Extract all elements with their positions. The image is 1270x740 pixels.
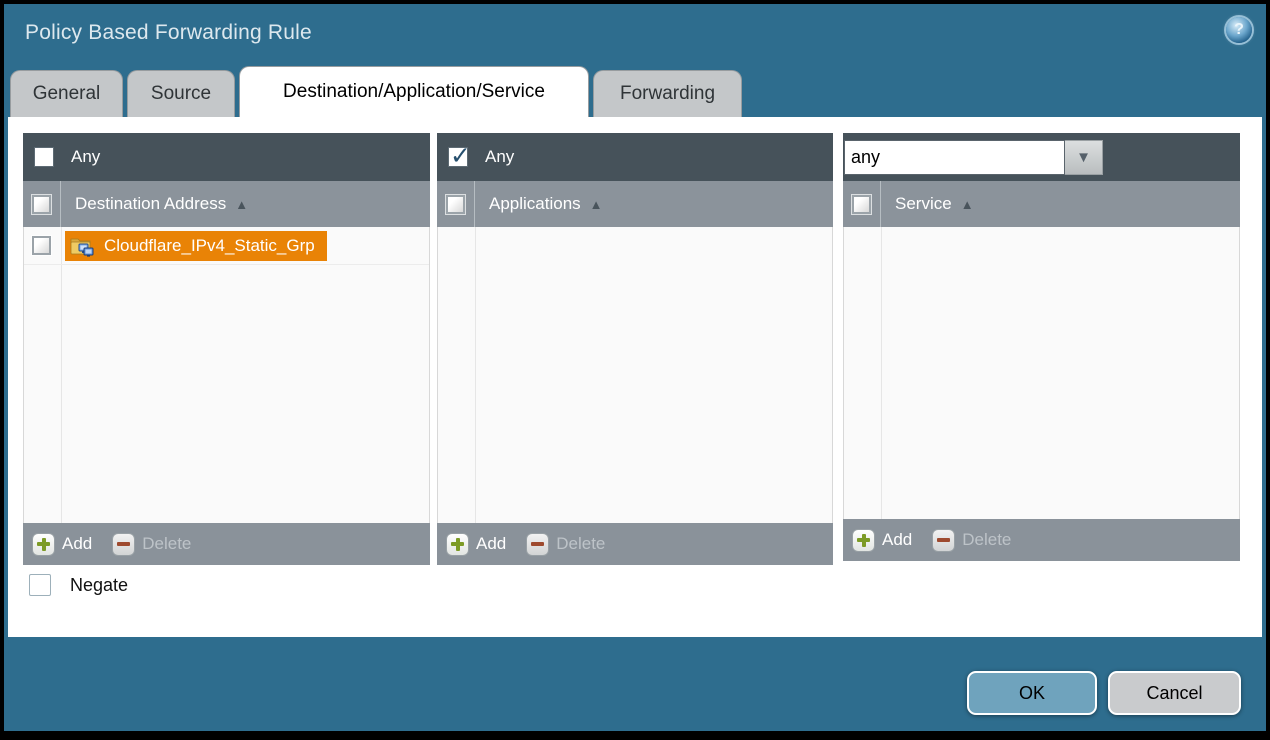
help-icon[interactable]: ? <box>1226 17 1252 43</box>
delete-minus-icon <box>932 529 955 552</box>
service-column: ▼ Service ▲ Add Delete <box>843 133 1240 561</box>
applications-list <box>437 227 833 523</box>
applications-toolbar: Add Delete <box>437 523 833 565</box>
policy-based-forwarding-dialog: { "window": { "title": "Policy Based For… <box>0 0 1270 740</box>
sort-ascending-icon: ▲ <box>590 197 603 212</box>
destination-address-value: Cloudflare_IPv4_Static_Grp <box>104 236 315 256</box>
tab-general[interactable]: General <box>10 70 123 117</box>
destination-address-item[interactable]: Cloudflare_IPv4_Static_Grp <box>65 231 327 261</box>
destination-list: Cloudflare_IPv4_Static_Grp <box>23 227 430 523</box>
destination-add-button[interactable]: Add <box>32 533 92 556</box>
dialog-window: Policy Based Forwarding Rule ? General S… <box>4 4 1266 731</box>
sort-ascending-icon: ▲ <box>235 197 248 212</box>
service-mode-dropdown: ▼ <box>844 140 1103 175</box>
destination-address-column: Any Destination Address ▲ <box>23 133 430 565</box>
ok-button[interactable]: OK <box>967 671 1097 715</box>
destination-any-bar: Any <box>23 133 430 181</box>
destination-select-all-checkbox <box>32 195 51 214</box>
applications-select-all-checkbox <box>446 195 465 214</box>
destination-any-checkbox[interactable] <box>34 147 54 167</box>
row-checkbox[interactable] <box>32 236 51 255</box>
service-add-button[interactable]: Add <box>852 529 912 552</box>
service-toolbar: Add Delete <box>843 519 1240 561</box>
tab-source[interactable]: Source <box>127 70 235 117</box>
address-group-icon <box>70 235 95 257</box>
applications-any-bar: Any <box>437 133 833 181</box>
destination-delete-button[interactable]: Delete <box>112 533 191 556</box>
service-dropdown-bar: ▼ <box>843 133 1240 181</box>
applications-delete-button[interactable]: Delete <box>526 533 605 556</box>
destination-any-label: Any <box>71 147 100 167</box>
applications-any-label: Any <box>485 147 514 167</box>
add-plus-icon <box>446 533 469 556</box>
applications-add-button[interactable]: Add <box>446 533 506 556</box>
service-list <box>843 227 1240 519</box>
service-select-all-checkbox <box>852 195 871 214</box>
service-mode-input[interactable] <box>844 140 1065 175</box>
dropdown-arrow-icon[interactable]: ▼ <box>1065 140 1103 175</box>
cancel-button[interactable]: Cancel <box>1108 671 1241 715</box>
delete-minus-icon <box>112 533 135 556</box>
add-plus-icon <box>32 533 55 556</box>
destination-header-label: Destination Address <box>75 194 226 214</box>
sort-ascending-icon: ▲ <box>961 197 974 212</box>
destination-column-header[interactable]: Destination Address ▲ <box>23 181 430 227</box>
tab-bar: General Source Destination/Application/S… <box>10 66 742 117</box>
applications-any-checkbox[interactable] <box>448 147 468 167</box>
table-row: Cloudflare_IPv4_Static_Grp <box>24 227 429 265</box>
negate-option: Negate <box>29 574 128 596</box>
service-header-label: Service <box>895 194 952 214</box>
negate-checkbox[interactable] <box>29 574 51 596</box>
applications-column-header[interactable]: Applications ▲ <box>437 181 833 227</box>
service-column-header[interactable]: Service ▲ <box>843 181 1240 227</box>
tab-forwarding[interactable]: Forwarding <box>593 70 742 117</box>
delete-minus-icon <box>526 533 549 556</box>
add-plus-icon <box>852 529 875 552</box>
negate-label: Negate <box>70 575 128 596</box>
destination-toolbar: Add Delete <box>23 523 430 565</box>
applications-column: Any Applications ▲ Add Delete <box>437 133 833 565</box>
service-delete-button[interactable]: Delete <box>932 529 1011 552</box>
tab-destination-application-service[interactable]: Destination/Application/Service <box>239 66 589 117</box>
applications-header-label: Applications <box>489 194 581 214</box>
dialog-title: Policy Based Forwarding Rule <box>25 21 312 45</box>
tab-content-panel: Any Destination Address ▲ <box>8 117 1262 637</box>
